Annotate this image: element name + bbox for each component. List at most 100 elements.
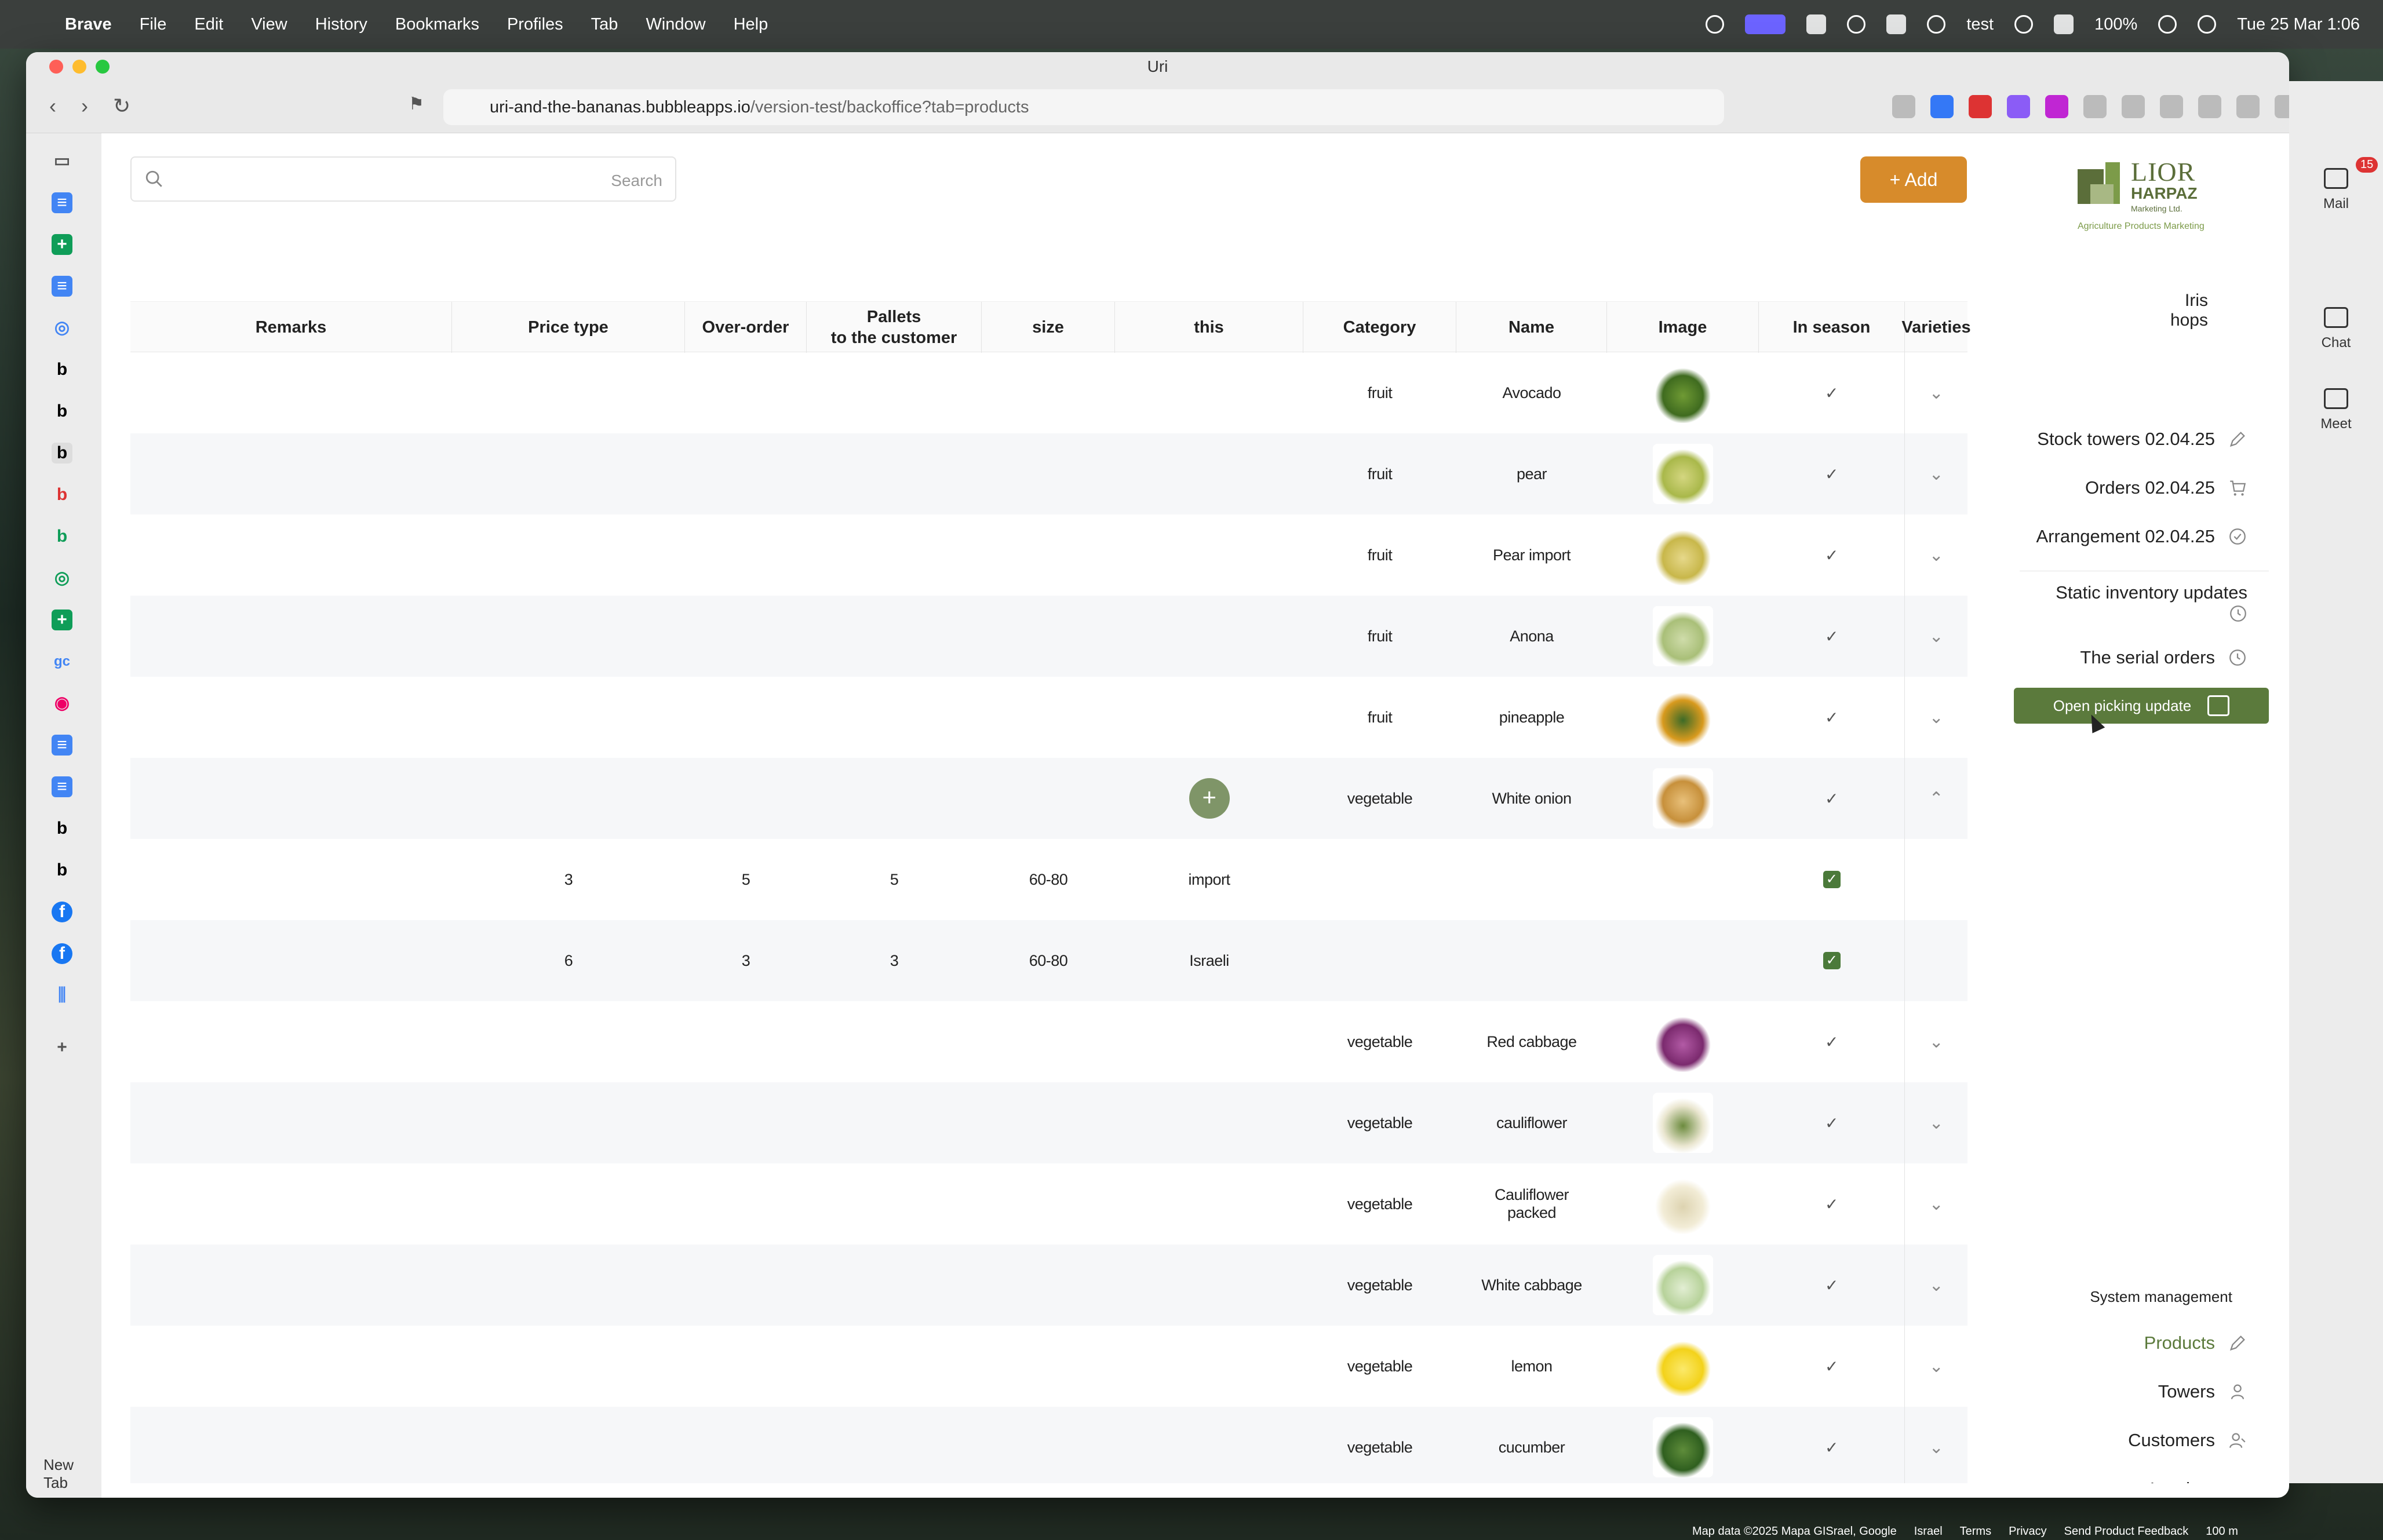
- collapse-varieties-button[interactable]: ⌃: [1905, 758, 1967, 839]
- nav-products[interactable]: Products: [2144, 1333, 2247, 1353]
- table-row[interactable]: vegetable Cauliflower packed ✓ ⌄: [130, 1163, 1967, 1245]
- map-region[interactable]: Israel: [1914, 1525, 1943, 1538]
- bubble-tab-icon[interactable]: b: [52, 860, 72, 881]
- docs-tab-icon[interactable]: ≡: [52, 776, 72, 797]
- close-window-button[interactable]: [49, 60, 63, 74]
- figma-tab-icon[interactable]: ◉: [52, 693, 72, 714]
- docs-tab-icon[interactable]: ≡: [52, 276, 72, 297]
- wifi-icon[interactable]: [2158, 15, 2177, 34]
- facebook-tab-icon[interactable]: f: [52, 902, 72, 922]
- input-source-icon[interactable]: [2054, 14, 2074, 34]
- vpn-shield-icon[interactable]: [2275, 95, 2289, 118]
- minimize-window-button[interactable]: [72, 60, 86, 74]
- leo-icon[interactable]: [2236, 95, 2260, 118]
- sheets-tab-icon[interactable]: +: [52, 610, 72, 630]
- wallet-icon[interactable]: [2198, 95, 2221, 118]
- table-row[interactable]: vegetable White onion ✓ ⌃ +: [130, 758, 1967, 839]
- nav-towers[interactable]: Towers: [2158, 1381, 2247, 1402]
- status-user[interactable]: test: [1966, 15, 1994, 34]
- nav-leaders[interactable]: Leaders: [2150, 1479, 2247, 1483]
- menu-view[interactable]: View: [251, 15, 287, 34]
- expand-varieties-button[interactable]: ⌄: [1905, 1326, 1967, 1407]
- col-image[interactable]: Image: [1607, 302, 1759, 353]
- bluetooth-icon[interactable]: [1886, 14, 1907, 34]
- table-row[interactable]: fruit Anona ✓ ⌄: [130, 596, 1967, 677]
- menu-tab[interactable]: Tab: [591, 15, 618, 34]
- site-tab-icon[interactable]: ◎: [52, 568, 72, 589]
- expand-varieties-button[interactable]: ⌄: [1905, 514, 1967, 596]
- col-varieties[interactable]: Varieties: [1901, 302, 1970, 353]
- extension-icon[interactable]: [1892, 95, 1915, 118]
- avocado-image[interactable]: [1653, 363, 1713, 423]
- col-over-order[interactable]: Over-order: [685, 302, 807, 353]
- menu-file[interactable]: File: [140, 15, 167, 34]
- play-icon[interactable]: [1927, 15, 1946, 34]
- docs-tab-icon[interactable]: ≡: [52, 735, 72, 756]
- battery-percent[interactable]: 100%: [2094, 15, 2137, 34]
- table-row[interactable]: fruit Avocado ✓ ⌄: [130, 352, 1967, 433]
- site-tab-icon[interactable]: ⫼: [52, 985, 72, 1006]
- nav-arrangement[interactable]: Arrangement 02.04.25: [2036, 526, 2248, 547]
- vpn-icon[interactable]: [1847, 15, 1866, 34]
- search-status-icon[interactable]: [1706, 15, 1725, 34]
- table-row[interactable]: fruit pear ✓ ⌄: [130, 433, 1967, 514]
- onion-image[interactable]: [1653, 768, 1713, 829]
- variety-row[interactable]: 6 3 3 60-80 Israeli ✓: [130, 920, 1967, 1001]
- bubble-tab-icon[interactable]: b: [52, 484, 72, 505]
- expand-varieties-button[interactable]: ⌄: [1905, 433, 1967, 514]
- reload-icon[interactable]: ↻: [113, 94, 130, 118]
- expand-varieties-button[interactable]: ⌄: [1905, 352, 1967, 433]
- col-in-season[interactable]: In season: [1759, 302, 1905, 353]
- checkbox-checked-icon[interactable]: ✓: [1823, 952, 1841, 969]
- table-row[interactable]: fruit Pear import ✓ ⌄: [130, 514, 1967, 596]
- sheets-tab-icon[interactable]: +: [52, 234, 72, 255]
- search-input[interactable]: Search: [130, 156, 676, 202]
- table-row[interactable]: vegetable cucumber ✓ ⌄: [130, 1407, 1967, 1483]
- spotlight-icon[interactable]: [2198, 15, 2217, 34]
- menu-edit[interactable]: Edit: [194, 15, 223, 34]
- bubble-tab-active-icon[interactable]: b: [52, 443, 72, 464]
- bubble-tab-icon[interactable]: b: [52, 818, 72, 839]
- extension-purple-icon[interactable]: [2007, 95, 2030, 118]
- download-icon[interactable]: [2122, 95, 2145, 118]
- table-row[interactable]: vegetable lemon ✓ ⌄: [130, 1326, 1967, 1407]
- forward-icon[interactable]: ›: [81, 94, 88, 118]
- cauliflower-image[interactable]: [1653, 1093, 1713, 1153]
- checkbox-checked-icon[interactable]: ✓: [1823, 871, 1841, 888]
- table-row[interactable]: vegetable White cabbage ✓ ⌄: [130, 1245, 1967, 1326]
- expand-varieties-button[interactable]: ⌄: [1905, 1001, 1967, 1082]
- bookmark-icon[interactable]: ⚑: [409, 94, 424, 114]
- pear-image[interactable]: [1653, 444, 1713, 504]
- site-tab-icon[interactable]: ◎: [52, 318, 72, 338]
- new-tab-item[interactable]: New Tab: [43, 1456, 101, 1492]
- sidebar-item-chat[interactable]: Chat: [2289, 307, 2383, 351]
- sidebar-panel-icon[interactable]: ▭: [52, 151, 72, 171]
- clock[interactable]: Tue 25 Mar 1:06: [2237, 15, 2360, 34]
- address-bar[interactable]: uri-and-the-bananas.bubbleapps.io/versio…: [443, 89, 1724, 125]
- map-terms[interactable]: Terms: [1960, 1525, 1991, 1538]
- add-tab-icon[interactable]: +: [52, 1037, 72, 1058]
- col-this[interactable]: this: [1115, 302, 1303, 353]
- add-variety-button[interactable]: +: [1115, 758, 1303, 839]
- bubble-tab-icon[interactable]: b: [52, 526, 72, 547]
- col-name[interactable]: Name: [1456, 302, 1607, 353]
- expand-varieties-button[interactable]: ⌄: [1905, 1163, 1967, 1245]
- nav-serial-orders[interactable]: The serial orders: [2080, 647, 2247, 668]
- red-cabbage-image[interactable]: [1653, 1012, 1713, 1072]
- docs-tab-icon[interactable]: ≡: [52, 192, 72, 213]
- apple-icon[interactable]: [23, 13, 42, 35]
- white-cabbage-image[interactable]: [1653, 1255, 1713, 1315]
- cauliflower-packed-image[interactable]: [1653, 1174, 1713, 1234]
- puzzle-icon[interactable]: [2083, 95, 2107, 118]
- expand-varieties-button[interactable]: ⌄: [1905, 1082, 1967, 1163]
- anona-image[interactable]: [1653, 606, 1713, 666]
- ext-status-icon[interactable]: [1806, 14, 1827, 34]
- menu-history[interactable]: History: [315, 15, 367, 34]
- menu-help[interactable]: Help: [734, 15, 768, 34]
- extension-badge-icon[interactable]: [1930, 95, 1954, 118]
- table-row[interactable]: fruit pineapple ✓ ⌄: [130, 677, 1967, 758]
- open-picking-update-button[interactable]: Open picking update: [2014, 688, 2269, 724]
- extension-timer-icon[interactable]: [1969, 95, 1992, 118]
- menu-app-name[interactable]: Brave: [65, 15, 112, 34]
- sidebar-toggle-icon[interactable]: [2160, 95, 2183, 118]
